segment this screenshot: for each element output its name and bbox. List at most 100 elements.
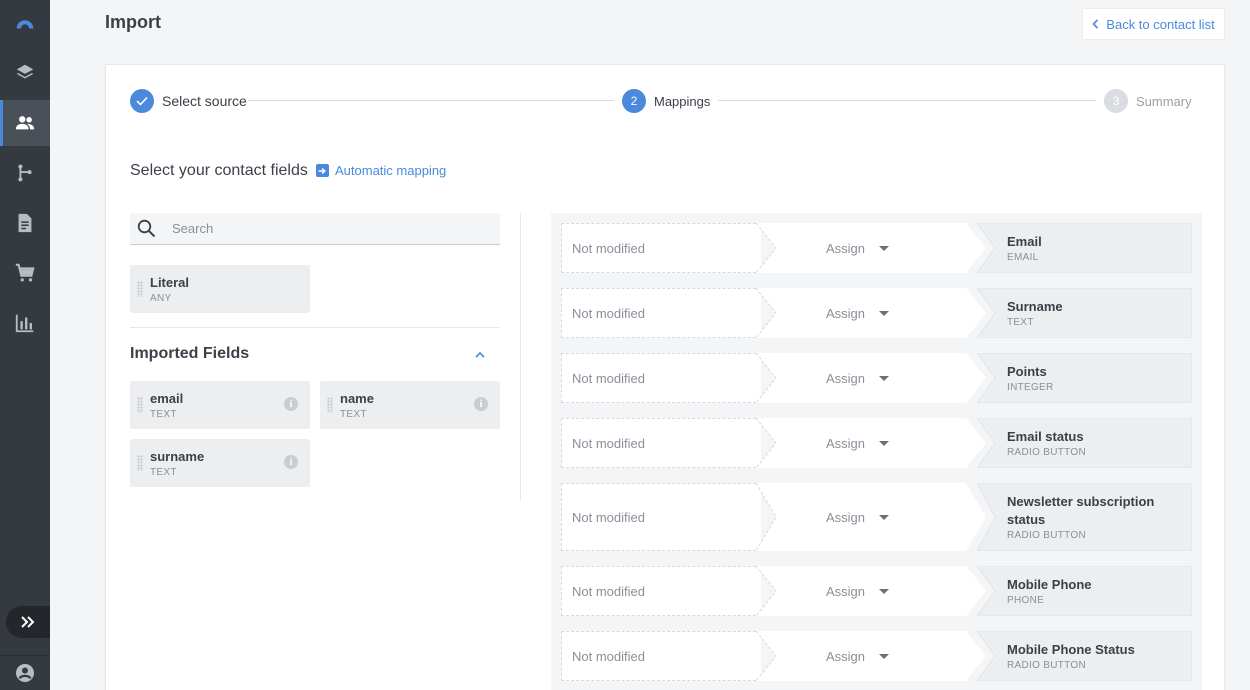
target-field-name: Mobile Phone xyxy=(1007,577,1092,592)
target-field-name: Points xyxy=(1007,364,1047,379)
source-drop-zone[interactable]: Not modified xyxy=(561,483,761,551)
caret-down-icon xyxy=(879,375,890,381)
assign-connector: Assign xyxy=(756,288,986,338)
caret-down-icon xyxy=(879,440,890,446)
chevron-up-icon[interactable] xyxy=(473,348,487,362)
source-placeholder: Not modified xyxy=(572,583,645,599)
mapping-row: Not modified Assign Mobile Phone PHONE xyxy=(561,566,1192,616)
caret-down-icon xyxy=(879,588,890,594)
contacts-icon xyxy=(15,116,35,130)
target-field-type: EMAIL xyxy=(1007,252,1039,263)
mapping-row: Not modified Assign Points INTEGER xyxy=(561,353,1192,403)
step-summary: 3 Summary xyxy=(1104,89,1192,113)
user-icon xyxy=(16,664,34,682)
logo[interactable] xyxy=(0,0,50,46)
step-label: Summary xyxy=(1136,93,1192,109)
target-field-type: RADIO BUTTON xyxy=(1007,660,1086,671)
sidebar-item-reports[interactable] xyxy=(0,300,50,346)
bar-chart-icon xyxy=(15,314,34,333)
drag-handle-icon xyxy=(327,397,333,413)
field-type: ANY xyxy=(150,293,172,304)
logo-icon xyxy=(16,20,34,29)
assign-dropdown[interactable]: Assign xyxy=(826,288,890,338)
target-field-name: Surname xyxy=(1007,299,1063,314)
page-title: Import xyxy=(105,12,161,32)
sidebar-item-workflows[interactable] xyxy=(0,150,50,196)
assign-dropdown[interactable]: Assign xyxy=(826,483,890,551)
assign-dropdown[interactable]: Assign xyxy=(826,631,890,681)
import-card: Select source 2 Mappings 3 Summary Selec… xyxy=(105,64,1225,690)
sidebar-item-layers[interactable] xyxy=(0,50,50,96)
sidebar-item-documents[interactable] xyxy=(0,200,50,246)
source-placeholder: Not modified xyxy=(572,509,645,525)
assign-label: Assign xyxy=(826,648,866,664)
field-chip-name[interactable]: name TEXT i xyxy=(320,381,500,429)
mapping-row: Not modified Assign Mobile Phone Status RAD… xyxy=(561,631,1192,681)
sidebar-item-contacts[interactable] xyxy=(0,100,50,146)
mapping-row: Not modified Assign Newsletter subscriptio… xyxy=(561,483,1192,551)
field-chip-surname[interactable]: surname TEXT i xyxy=(130,439,310,487)
assign-connector: Assign xyxy=(756,223,986,273)
sidebar-expand-button[interactable] xyxy=(6,606,50,638)
sidebar-item-cart[interactable] xyxy=(0,250,50,296)
info-icon[interactable]: i xyxy=(474,397,488,411)
assign-dropdown[interactable]: Assign xyxy=(826,353,890,403)
assign-label: Assign xyxy=(826,370,866,386)
check-icon xyxy=(136,96,148,106)
automatic-mapping-link[interactable]: Automatic mapping xyxy=(316,163,446,178)
step-select-source[interactable]: Select source xyxy=(130,89,247,113)
mapping-row: Not modified Assign Email status RADIO BUTT… xyxy=(561,418,1192,468)
step-label: Select source xyxy=(162,93,247,109)
source-drop-zone[interactable]: Not modified xyxy=(561,631,761,681)
section-title: Select your contact fields xyxy=(130,162,308,179)
assign-dropdown[interactable]: Assign xyxy=(826,418,890,468)
target-field-type: RADIO BUTTON xyxy=(1007,530,1086,541)
drag-handle-icon xyxy=(137,455,143,471)
search-icon xyxy=(137,219,156,238)
divider xyxy=(130,327,500,328)
target-field: Email EMAIL xyxy=(977,223,1192,273)
target-field: Newsletter subscription status RADIO BUTT… xyxy=(977,483,1192,551)
layers-icon xyxy=(16,64,34,79)
source-placeholder: Not modified xyxy=(572,648,645,664)
target-field-type: RADIO BUTTON xyxy=(1007,447,1086,458)
mapping-row: Not modified Assign Surname TEXT xyxy=(561,288,1192,338)
caret-down-icon xyxy=(879,310,890,316)
step-number: 3 xyxy=(1104,89,1128,113)
source-drop-zone[interactable]: Not modified xyxy=(561,418,761,468)
field-search xyxy=(130,213,500,245)
caret-down-icon xyxy=(879,653,890,659)
back-to-contact-list-button[interactable]: Back to contact list xyxy=(1082,8,1225,40)
step-number: 2 xyxy=(622,89,646,113)
step-done-circle xyxy=(130,89,154,113)
field-chip-email[interactable]: email TEXT i xyxy=(130,381,310,429)
assign-connector: Assign xyxy=(756,483,986,551)
assign-label: Assign xyxy=(826,435,866,451)
imported-fields-title: Imported Fields xyxy=(130,345,250,362)
mapping-row: Not modified Assign Email EMAIL xyxy=(561,223,1192,273)
drag-handle-icon xyxy=(137,397,143,413)
target-field-type: INTEGER xyxy=(1007,382,1054,393)
source-placeholder: Not modified xyxy=(572,370,645,386)
info-icon[interactable]: i xyxy=(284,397,298,411)
assign-connector: Assign xyxy=(756,566,986,616)
field-type: TEXT xyxy=(150,409,177,420)
user-account-button[interactable] xyxy=(0,655,50,690)
source-drop-zone[interactable]: Not modified xyxy=(561,223,761,273)
source-drop-zone[interactable]: Not modified xyxy=(561,566,761,616)
search-input[interactable] xyxy=(172,221,472,236)
step-label: Mappings xyxy=(654,93,711,109)
info-icon[interactable]: i xyxy=(284,455,298,469)
source-drop-zone[interactable]: Not modified xyxy=(561,288,761,338)
target-field: Surname TEXT xyxy=(977,288,1192,338)
source-placeholder: Not modified xyxy=(572,305,645,321)
assign-label: Assign xyxy=(826,305,866,321)
assign-dropdown[interactable]: Assign xyxy=(826,223,890,273)
field-chip-literal[interactable]: Literal ANY xyxy=(130,265,310,313)
field-type: TEXT xyxy=(150,467,177,478)
assign-connector: Assign xyxy=(756,353,986,403)
source-drop-zone[interactable]: Not modified xyxy=(561,353,761,403)
step-mappings: 2 Mappings xyxy=(622,89,710,113)
stepper-line xyxy=(248,100,614,101)
assign-dropdown[interactable]: Assign xyxy=(826,566,890,616)
